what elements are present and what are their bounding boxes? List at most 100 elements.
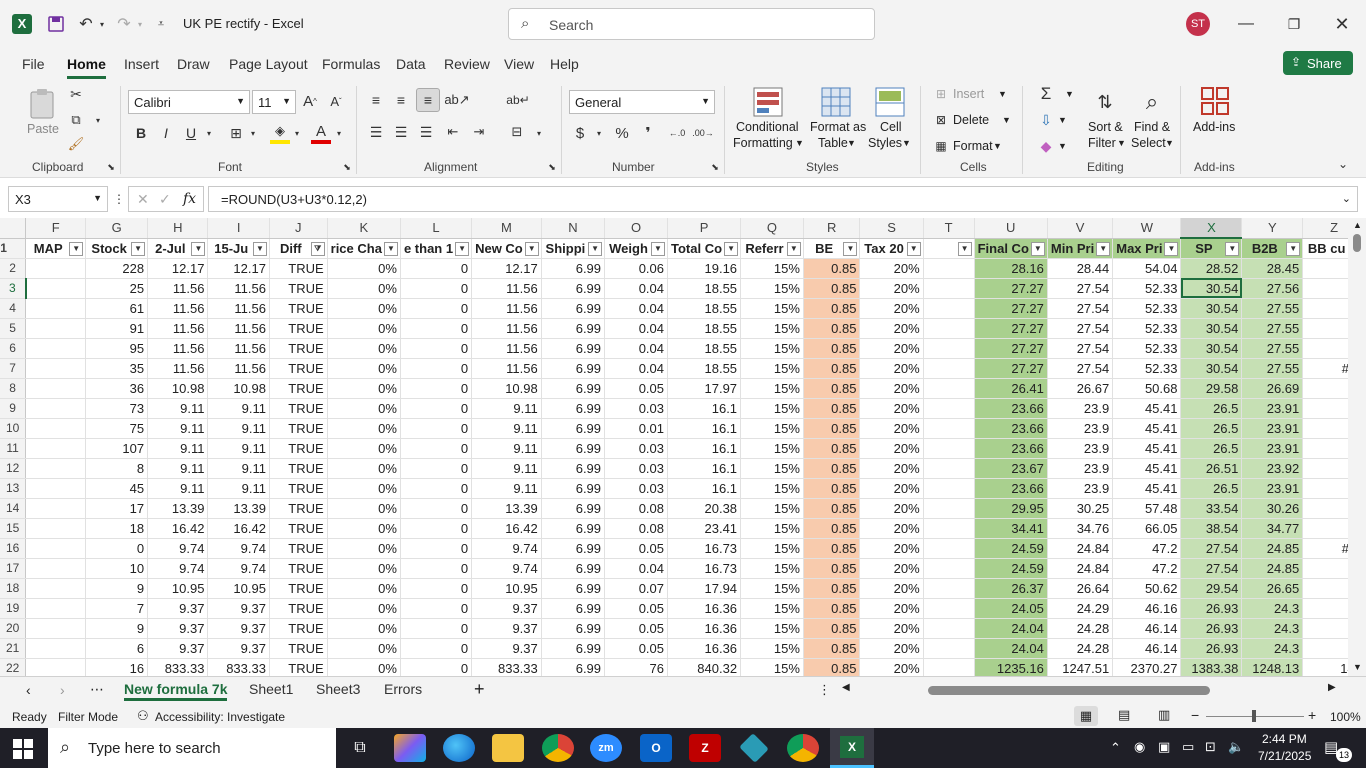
cell-y16[interactable]: 24.85 — [1241, 538, 1304, 559]
cell-g5[interactable]: 91 — [85, 318, 149, 339]
cell-n20[interactable]: 6.99 — [541, 618, 606, 639]
cell-h12[interactable]: 9.11 — [147, 458, 209, 479]
copilot-icon[interactable] — [394, 734, 426, 762]
cell-h17[interactable]: 9.74 — [147, 558, 209, 579]
chrome-profile-icon[interactable] — [787, 734, 819, 762]
select-label[interactable]: Select — [1131, 136, 1166, 150]
horizontal-scrollbar[interactable]: ◀ ▶ — [840, 681, 1340, 699]
cell-j9[interactable]: TRUE — [269, 398, 328, 419]
cell-m12[interactable]: 9.11 — [471, 458, 542, 479]
currency-icon[interactable]: $ — [572, 122, 588, 144]
search-box[interactable]: ⌕ Search — [508, 8, 875, 40]
cell-v9[interactable]: 23.9 — [1047, 398, 1114, 419]
underline-dropdown-icon[interactable]: ▾ — [204, 126, 214, 140]
insert-function-icon[interactable]: fx — [183, 191, 196, 207]
formula-input[interactable]: =ROUND(U3+U3*0.12,2) ⌄ — [208, 186, 1358, 212]
cell-u18[interactable]: 26.37 — [974, 578, 1048, 599]
cell-m14[interactable]: 13.39 — [471, 498, 542, 519]
cell-x22[interactable]: 1383.38 — [1180, 658, 1243, 676]
cell-w13[interactable]: 45.41 — [1112, 478, 1182, 499]
cell-f21[interactable] — [25, 638, 87, 659]
decrease-indent-icon[interactable]: ⇤ — [443, 122, 463, 142]
row-number[interactable]: 9 — [0, 398, 27, 419]
tab-help[interactable]: Help — [550, 56, 579, 72]
cell-g13[interactable]: 45 — [85, 478, 149, 499]
cell-r17[interactable]: 0.85 — [803, 558, 861, 579]
cell-x8[interactable]: 29.58 — [1180, 378, 1243, 399]
cell-v6[interactable]: 27.54 — [1047, 338, 1114, 359]
cell-x14[interactable]: 33.54 — [1180, 498, 1243, 519]
cell-n13[interactable]: 6.99 — [541, 478, 606, 499]
cell-h16[interactable]: 9.74 — [147, 538, 209, 559]
battery-icon[interactable]: ▭ — [1182, 739, 1194, 755]
cell-q15[interactable]: 15% — [740, 518, 804, 539]
sheet-tab-errors[interactable]: Errors — [384, 681, 422, 697]
cell-q2[interactable]: 15% — [740, 258, 804, 279]
cell-l22[interactable]: 0 — [400, 658, 473, 676]
cell-q19[interactable]: 15% — [740, 598, 804, 619]
decrease-font-icon[interactable]: Aˇ — [326, 90, 346, 112]
row-number[interactable]: 11 — [0, 438, 27, 459]
cell-i6[interactable]: 11.56 — [207, 338, 270, 359]
cell-l9[interactable]: 0 — [400, 398, 473, 419]
cell-p11[interactable]: 16.1 — [667, 438, 742, 459]
cell-o15[interactable]: 0.08 — [604, 518, 669, 539]
cell-i8[interactable]: 10.98 — [207, 378, 270, 399]
fill-icon[interactable]: ⇩ — [1036, 110, 1056, 130]
cell-i18[interactable]: 10.95 — [207, 578, 270, 599]
cell-p17[interactable]: 16.73 — [667, 558, 742, 579]
comma-icon[interactable]: ❜ — [640, 122, 656, 144]
cell-u19[interactable]: 24.05 — [974, 598, 1048, 619]
cell-p8[interactable]: 17.97 — [667, 378, 742, 399]
cell-h14[interactable]: 13.39 — [147, 498, 209, 519]
cell-k20[interactable]: 0% — [327, 618, 401, 639]
table-header-cell[interactable]: Stock ▼ — [85, 238, 149, 259]
cell-k10[interactable]: 0% — [327, 418, 401, 439]
copy-dropdown-icon[interactable]: ▾ — [93, 112, 103, 128]
cell-q3[interactable]: 15% — [740, 278, 804, 299]
cell-k13[interactable]: 0% — [327, 478, 401, 499]
cell-m2[interactable]: 12.17 — [471, 258, 542, 279]
column-header-o[interactable]: O — [604, 218, 669, 239]
cell-m16[interactable]: 9.74 — [471, 538, 542, 559]
row-number[interactable]: 17 — [0, 558, 27, 579]
find-select-icon[interactable]: ⌕ — [1136, 86, 1168, 118]
cell-p13[interactable]: 16.1 — [667, 478, 742, 499]
cell-x10[interactable]: 26.5 — [1180, 418, 1243, 439]
align-right-icon[interactable]: ☰ — [416, 122, 436, 142]
excel-taskbar-button[interactable]: X — [830, 728, 874, 768]
zoom-slider-thumb[interactable] — [1252, 710, 1256, 722]
cell-w14[interactable]: 57.48 — [1112, 498, 1182, 519]
cell-j19[interactable]: TRUE — [269, 598, 328, 619]
cell-f19[interactable] — [25, 598, 87, 619]
cell-u2[interactable]: 28.16 — [974, 258, 1048, 279]
alignment-launcher-icon[interactable]: ⬊ — [547, 162, 557, 172]
scroll-up-icon[interactable]: ▲ — [1353, 220, 1362, 230]
cell-t5[interactable] — [923, 318, 975, 339]
cell-r20[interactable]: 0.85 — [803, 618, 861, 639]
filezilla-icon[interactable]: Z — [689, 734, 721, 762]
cell-l18[interactable]: 0 — [400, 578, 473, 599]
filter-dropdown-icon[interactable]: ▼ — [1164, 241, 1179, 256]
cell-r16[interactable]: 0.85 — [803, 538, 861, 559]
cell-x18[interactable]: 29.54 — [1180, 578, 1243, 599]
cell-u12[interactable]: 23.67 — [974, 458, 1048, 479]
cell-x3[interactable]: 30.54 — [1180, 278, 1243, 299]
cell-t18[interactable] — [923, 578, 975, 599]
cell-m4[interactable]: 11.56 — [471, 298, 542, 319]
cell-o14[interactable]: 0.08 — [604, 498, 669, 519]
column-header-u[interactable]: U — [974, 218, 1048, 239]
cell-m6[interactable]: 11.56 — [471, 338, 542, 359]
cell-u13[interactable]: 23.66 — [974, 478, 1048, 499]
cell-o8[interactable]: 0.05 — [604, 378, 669, 399]
copy-icon[interactable]: ⧉ — [66, 110, 86, 130]
font-color-dropdown-icon[interactable]: ▾ — [334, 126, 344, 140]
cell-i2[interactable]: 12.17 — [207, 258, 270, 279]
table-header-cell[interactable]: B2B ▼ — [1241, 238, 1304, 259]
cell-s2[interactable]: 20% — [859, 258, 924, 279]
close-icon[interactable]: ✕ — [1328, 14, 1356, 34]
table-header-cell[interactable]: MAP ▼ — [25, 238, 87, 259]
tab-view[interactable]: View — [504, 56, 534, 72]
tab-data[interactable]: Data — [396, 56, 426, 72]
cell-y10[interactable]: 23.91 — [1241, 418, 1304, 439]
